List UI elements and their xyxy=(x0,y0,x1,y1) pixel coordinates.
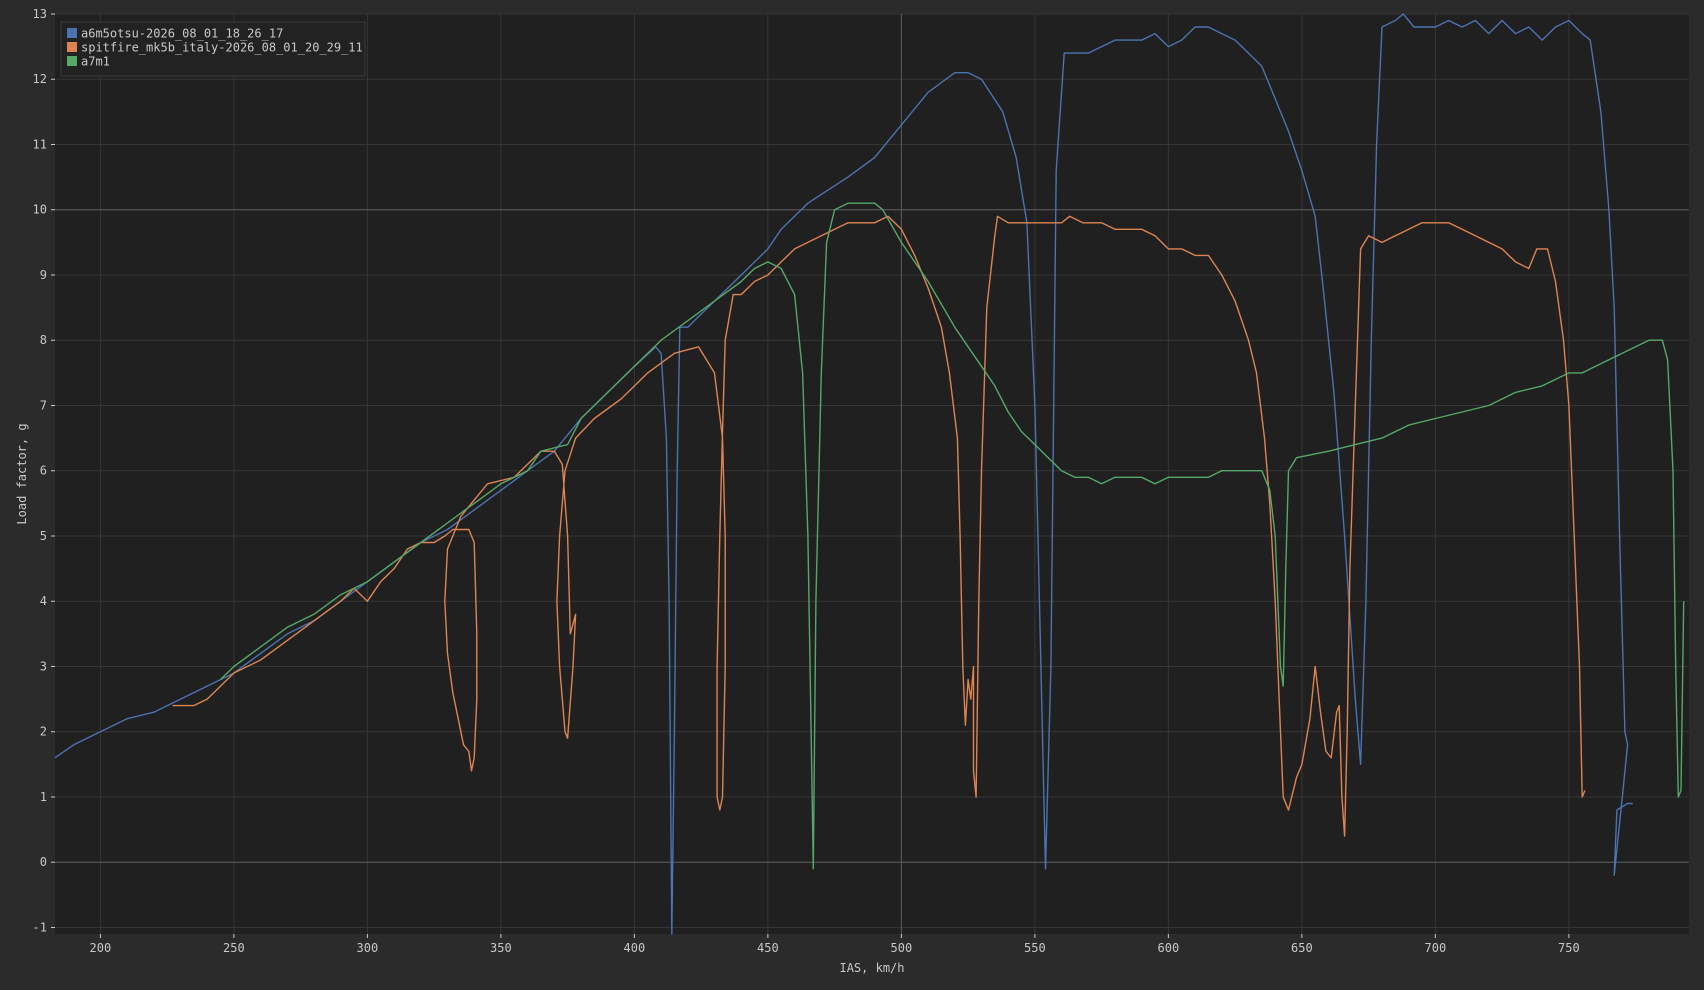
y-tick-label: -1 xyxy=(33,920,47,934)
y-tick-label: 9 xyxy=(40,268,47,282)
x-tick-label: 300 xyxy=(357,941,379,955)
legend-swatch xyxy=(67,56,77,66)
x-tick-label: 250 xyxy=(223,941,245,955)
plot-area xyxy=(55,14,1689,934)
y-tick-label: 10 xyxy=(33,203,47,217)
x-tick-label: 450 xyxy=(757,941,779,955)
x-tick-label: 350 xyxy=(490,941,512,955)
y-tick-label: 4 xyxy=(40,594,47,608)
x-axis-label: IAS, km/h xyxy=(839,961,904,975)
y-tick-label: 1 xyxy=(40,790,47,804)
legend-label: spitfire_mk5b_italy-2026_08_01_20_29_11 xyxy=(81,41,363,55)
y-tick-label: 13 xyxy=(33,7,47,21)
legend-label: a7m1 xyxy=(81,55,110,69)
y-tick-label: 12 xyxy=(33,72,47,86)
legend-label: a6m5otsu-2026_08_01_18_26_17 xyxy=(81,27,283,41)
load-factor-chart: 200 250 300 350 400 450 500 550 600 650 700 750 -1 0… xyxy=(0,0,1704,986)
x-tick-label: 600 xyxy=(1158,941,1180,955)
legend: a6m5otsu-2026_08_01_18_26_17spitfire_mk5… xyxy=(60,21,366,77)
legend-swatch xyxy=(67,28,77,38)
y-tick-label: 2 xyxy=(40,725,47,739)
legend-swatch xyxy=(67,42,77,52)
chart-root: 200 250 300 350 400 450 500 550 600 650 700 750 -1 0… xyxy=(0,0,1704,986)
y-tick-label: 7 xyxy=(40,398,47,412)
x-tick-label: 500 xyxy=(891,941,913,955)
x-tick-label: 200 xyxy=(90,941,112,955)
y-tick-label: 6 xyxy=(40,464,47,478)
x-tick-label: 400 xyxy=(624,941,646,955)
x-tick-label: 700 xyxy=(1425,941,1447,955)
y-tick-label: 11 xyxy=(33,137,47,151)
x-tick-label: 650 xyxy=(1291,941,1313,955)
y-tick-label: 0 xyxy=(40,855,47,869)
x-tick-label: 550 xyxy=(1024,941,1046,955)
y-tick-label: 3 xyxy=(40,659,47,673)
y-axis-label: Load factor, g xyxy=(15,423,29,524)
y-tick-label: 5 xyxy=(40,529,47,543)
x-tick-label: 750 xyxy=(1558,941,1580,955)
y-tick-label: 8 xyxy=(40,333,47,347)
